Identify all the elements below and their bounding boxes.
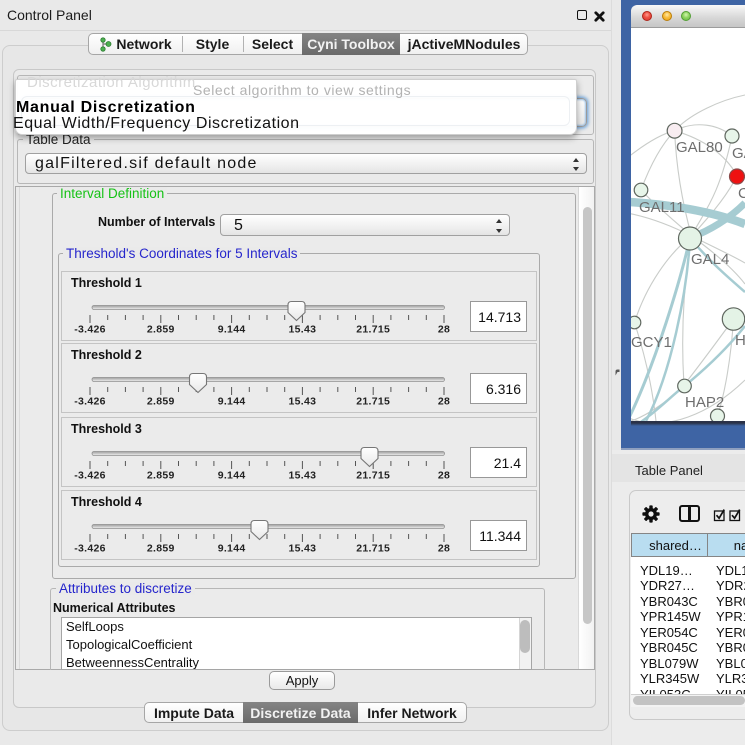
svg-text:2.859: 2.859 bbox=[147, 396, 175, 408]
svg-text:GAL4: GAL4 bbox=[691, 251, 729, 268]
svg-text:28: 28 bbox=[438, 470, 450, 482]
svg-text:2.859: 2.859 bbox=[147, 543, 175, 555]
svg-text:HAP2: HAP2 bbox=[685, 394, 724, 411]
svg-text:GCY1: GCY1 bbox=[631, 334, 672, 351]
svg-text:-3.426: -3.426 bbox=[74, 396, 106, 408]
svg-text:2.859: 2.859 bbox=[147, 324, 175, 336]
svg-text:21.715: 21.715 bbox=[356, 470, 390, 482]
svg-text:GAL80: GAL80 bbox=[676, 139, 723, 156]
svg-text:9.144: 9.144 bbox=[218, 396, 246, 408]
svg-text:-3.426: -3.426 bbox=[74, 324, 106, 336]
svg-text:15.43: 15.43 bbox=[289, 543, 317, 555]
svg-text:-3.426: -3.426 bbox=[74, 543, 106, 555]
svg-text:2.859: 2.859 bbox=[147, 470, 175, 482]
svg-text:21.715: 21.715 bbox=[356, 396, 390, 408]
svg-text:H: H bbox=[735, 332, 745, 349]
svg-text:15.43: 15.43 bbox=[289, 396, 317, 408]
svg-text:-3.426: -3.426 bbox=[74, 470, 106, 482]
svg-text:21.715: 21.715 bbox=[356, 543, 390, 555]
svg-text:9.144: 9.144 bbox=[218, 543, 246, 555]
svg-text:21.715: 21.715 bbox=[356, 324, 390, 336]
svg-text:9.144: 9.144 bbox=[218, 470, 246, 482]
svg-text:28: 28 bbox=[438, 543, 450, 555]
svg-text:15.43: 15.43 bbox=[289, 470, 317, 482]
svg-text:28: 28 bbox=[438, 396, 450, 408]
svg-text:28: 28 bbox=[438, 324, 450, 336]
svg-text:C: C bbox=[738, 185, 745, 202]
svg-text:GAL11: GAL11 bbox=[639, 199, 685, 216]
svg-text:GA: GA bbox=[732, 145, 745, 162]
svg-text:9.144: 9.144 bbox=[218, 324, 246, 336]
svg-text:15.43: 15.43 bbox=[289, 324, 317, 336]
